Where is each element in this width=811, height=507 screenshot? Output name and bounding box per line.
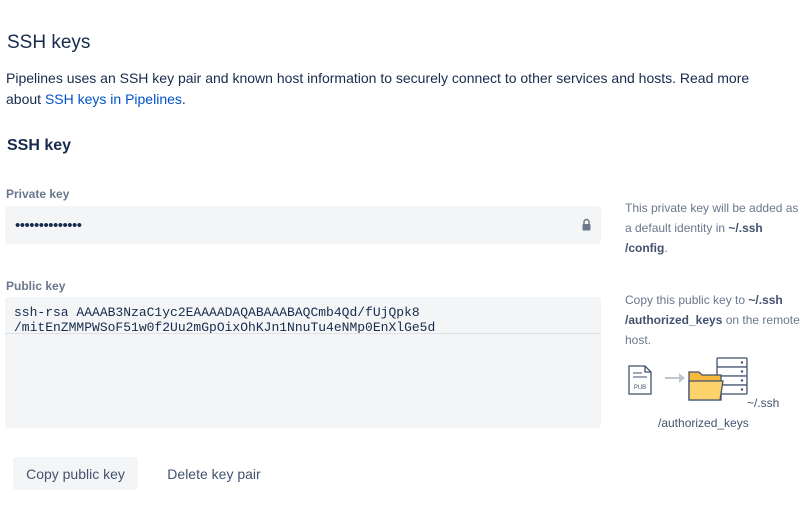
public-key-help-text: Copy this public key to — [625, 293, 749, 307]
page-title: SSH keys — [7, 32, 91, 53]
private-key-label: Private key — [6, 187, 70, 201]
public-key-value[interactable]: ssh-rsa AAAAB3NzaC1yc2EAAAADAQABAAABAQCm… — [14, 305, 594, 335]
ssh-keys-page: SSH keys Pipelines uses an SSH key pair … — [0, 0, 811, 507]
private-key-help-text: This private key will be added as a defa… — [625, 201, 799, 235]
delete-key-pair-button[interactable]: Delete key pair — [156, 457, 272, 490]
intro-end: . — [181, 91, 186, 107]
private-key-help: This private key will be added as a defa… — [625, 198, 805, 258]
private-key-masked-value: •••••••••••••• — [15, 217, 82, 234]
public-key-field[interactable]: ssh-rsa AAAAB3NzaC1yc2EAAAADAQABAAABAQCm… — [5, 297, 601, 428]
public-key-label: Public key — [6, 279, 66, 293]
public-key-divider — [5, 333, 601, 334]
authorized-keys-illustration: PUB ~/.ssh /authorized_keys — [625, 356, 785, 436]
ssh-keys-docs-link[interactable]: SSH keys in Pipelines — [45, 91, 182, 107]
section-title: SSH key — [7, 137, 72, 154]
pub-file-icon: PUB — [628, 365, 652, 395]
public-key-help: Copy this public key to ~/.ssh /authoriz… — [625, 290, 805, 350]
pub-file-label: PUB — [634, 385, 646, 391]
arrow-right-icon — [665, 373, 685, 383]
folder-icon — [688, 371, 724, 401]
intro-paragraph: Pipelines uses an SSH key pair and known… — [6, 68, 786, 110]
private-key-field[interactable]: •••••••••••••• — [5, 206, 601, 244]
private-key-help-suffix: . — [664, 241, 668, 255]
path-ssh-label: ~/.ssh — [747, 396, 780, 410]
lock-icon — [582, 218, 591, 231]
path-authorized-keys-label: /authorized_keys — [658, 416, 749, 430]
copy-public-key-button[interactable]: Copy public key — [13, 457, 138, 490]
